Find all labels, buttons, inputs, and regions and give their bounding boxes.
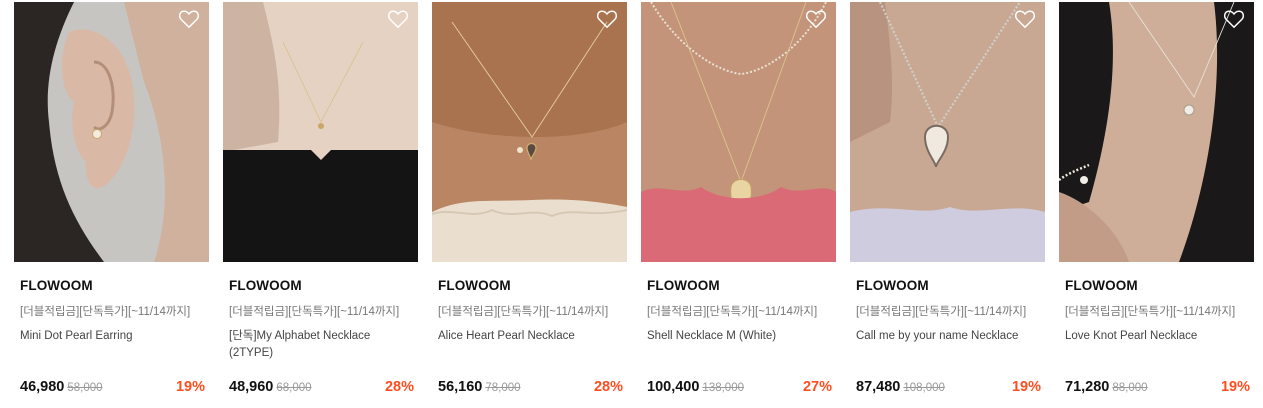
product-card[interactable]: FLOWOOM [더블적립금][단독특가][~11/14까지] [단독]My A… bbox=[223, 2, 418, 402]
discount-rate: 19% bbox=[1011, 379, 1041, 395]
discount-rate: 19% bbox=[1220, 379, 1250, 395]
product-name[interactable]: Alice Heart Pearl Necklace bbox=[438, 328, 624, 345]
original-price: 68,000 bbox=[276, 382, 312, 394]
discount-rate: 28% bbox=[593, 379, 623, 395]
product-brand[interactable]: FLOWOOM bbox=[229, 278, 302, 293]
product-card[interactable]: FLOWOOM [더블적립금][단독특가][~11/14까지] Love Kno… bbox=[1059, 2, 1254, 402]
wishlist-heart-icon[interactable] bbox=[1223, 9, 1245, 29]
sale-price: 71,280 bbox=[1065, 379, 1110, 395]
product-promo: [더블적립금][단독특가][~11/14까지] bbox=[647, 306, 818, 318]
original-price: 88,000 bbox=[1112, 382, 1148, 394]
price-row: 71,280 88,000 19% bbox=[1065, 379, 1250, 395]
product-promo: [더블적립금][단독특가][~11/14까지] bbox=[856, 306, 1027, 318]
product-brand[interactable]: FLOWOOM bbox=[1065, 278, 1138, 293]
product-image[interactable] bbox=[641, 2, 836, 262]
discount-rate: 28% bbox=[384, 379, 414, 395]
discount-rate: 19% bbox=[175, 379, 205, 395]
price-row: 56,160 78,000 28% bbox=[438, 379, 623, 395]
product-image[interactable] bbox=[1059, 2, 1254, 262]
discount-rate: 27% bbox=[802, 379, 832, 395]
necklace-photo bbox=[1059, 2, 1254, 262]
product-image[interactable] bbox=[14, 2, 209, 262]
product-brand[interactable]: FLOWOOM bbox=[856, 278, 929, 293]
price-row: 87,480 108,000 19% bbox=[856, 379, 1041, 395]
product-name[interactable]: Shell Necklace M (White) bbox=[647, 328, 833, 345]
price-row: 46,980 58,000 19% bbox=[20, 379, 205, 395]
original-price: 138,000 bbox=[702, 382, 744, 394]
original-price: 108,000 bbox=[903, 382, 945, 394]
product-name[interactable]: Love Knot Pearl Necklace bbox=[1065, 328, 1251, 345]
product-image[interactable] bbox=[432, 2, 627, 262]
product-promo: [더블적립금][단독특가][~11/14까지] bbox=[20, 306, 191, 318]
product-name[interactable]: Mini Dot Pearl Earring bbox=[20, 328, 206, 345]
wishlist-heart-icon[interactable] bbox=[596, 9, 618, 29]
product-brand[interactable]: FLOWOOM bbox=[438, 278, 511, 293]
sale-price: 48,960 bbox=[229, 379, 274, 395]
sale-price: 46,980 bbox=[20, 379, 65, 395]
necklace-photo bbox=[432, 2, 627, 262]
product-card[interactable]: FLOWOOM [더블적립금][단독특가][~11/14까지] Mini Dot… bbox=[14, 2, 209, 402]
sale-price: 100,400 bbox=[647, 379, 700, 395]
product-promo: [더블적립금][단독특가][~11/14까지] bbox=[1065, 306, 1236, 318]
product-name[interactable]: Call me by your name Necklace bbox=[856, 328, 1042, 345]
sale-price: 87,480 bbox=[856, 379, 901, 395]
product-brand[interactable]: FLOWOOM bbox=[647, 278, 720, 293]
wishlist-heart-icon[interactable] bbox=[805, 9, 827, 29]
product-card[interactable]: FLOWOOM [더블적립금][단독특가][~11/14까지] Call me … bbox=[850, 2, 1045, 402]
necklace-photo bbox=[641, 2, 836, 262]
product-image[interactable] bbox=[850, 2, 1045, 262]
necklace-photo bbox=[850, 2, 1045, 262]
product-grid: FLOWOOM [더블적립금][단독특가][~11/14까지] Mini Dot… bbox=[14, 2, 1254, 402]
earring-photo bbox=[14, 2, 209, 262]
original-price: 58,000 bbox=[67, 382, 103, 394]
wishlist-heart-icon[interactable] bbox=[387, 9, 409, 29]
product-promo: [더블적립금][단독특가][~11/14까지] bbox=[229, 306, 400, 318]
price-row: 100,400 138,000 27% bbox=[647, 379, 832, 395]
product-card[interactable]: FLOWOOM [더블적립금][단독특가][~11/14까지] Shell Ne… bbox=[641, 2, 836, 402]
product-image[interactable] bbox=[223, 2, 418, 262]
wishlist-heart-icon[interactable] bbox=[178, 9, 200, 29]
price-row: 48,960 68,000 28% bbox=[229, 379, 414, 395]
product-name[interactable]: [단독]My Alphabet Necklace (2TYPE) bbox=[229, 328, 415, 362]
original-price: 78,000 bbox=[485, 382, 521, 394]
product-promo: [더블적립금][단독특가][~11/14까지] bbox=[438, 306, 609, 318]
sale-price: 56,160 bbox=[438, 379, 483, 395]
product-brand[interactable]: FLOWOOM bbox=[20, 278, 93, 293]
wishlist-heart-icon[interactable] bbox=[1014, 9, 1036, 29]
necklace-photo bbox=[223, 2, 418, 262]
product-card[interactable]: FLOWOOM [더블적립금][단독특가][~11/14까지] Alice He… bbox=[432, 2, 627, 402]
